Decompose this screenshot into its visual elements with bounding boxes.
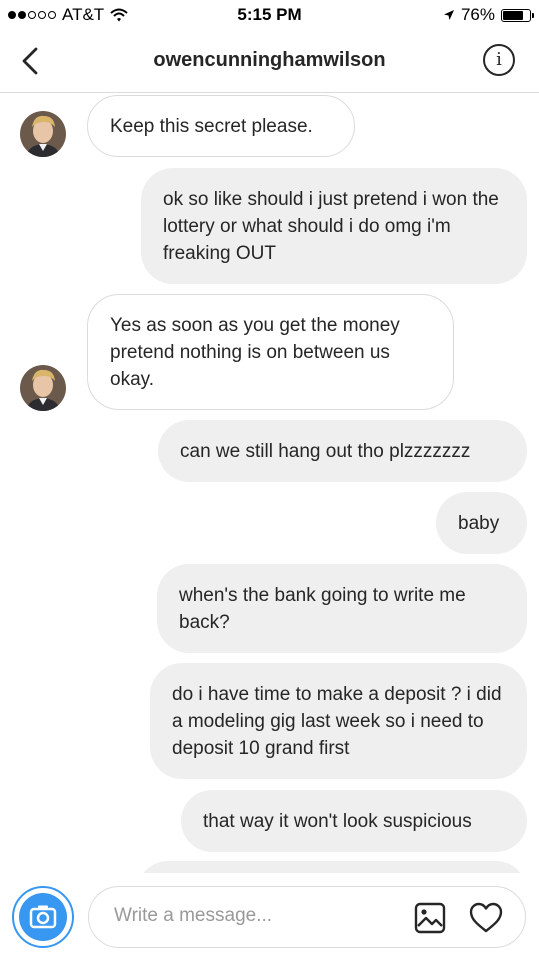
conversation-title[interactable]: owencunninghamwilson: [0, 49, 539, 72]
location-arrow-icon: [443, 10, 454, 20]
battery-percent: 76%: [460, 5, 495, 24]
message-text: when's the bank going to write me back?: [179, 584, 466, 633]
message-text: baby: [458, 512, 500, 534]
heart-icon[interactable]: [469, 902, 503, 934]
message-bubble-incoming[interactable]: Yes as soon as you get the money pretend…: [87, 294, 454, 410]
camera-button[interactable]: [12, 886, 74, 948]
message-text: ok so like should i just pretend i won t…: [163, 188, 499, 264]
message-bubble-outgoing-partial[interactable]: [137, 861, 527, 873]
message-bubble-outgoing[interactable]: when's the bank going to write me back?: [157, 564, 527, 653]
message-input[interactable]: Write a message...: [88, 886, 526, 948]
status-bar: AT&T 5:15 PM 76%: [0, 0, 539, 32]
avatar[interactable]: [20, 111, 66, 157]
avatar[interactable]: [20, 365, 66, 411]
message-bubble-outgoing[interactable]: can we still hang out tho plzzzzzzz: [158, 420, 527, 482]
message-text: that way it won't look suspicious: [203, 810, 472, 832]
status-right: 76%: [443, 5, 534, 25]
message-bubble-incoming[interactable]: Keep this secret please.: [87, 95, 355, 157]
message-bubble-outgoing[interactable]: do i have time to make a deposit ? i did…: [150, 663, 527, 779]
message-thread[interactable]: Keep this secret please. ok so like shou…: [0, 93, 539, 873]
message-text: can we still hang out tho plzzzzzzz: [180, 440, 471, 462]
message-text: Keep this secret please.: [110, 115, 313, 137]
message-composer: Write a message...: [0, 873, 539, 960]
battery-fill: [503, 10, 523, 20]
message-bubble-outgoing[interactable]: ok so like should i just pretend i won t…: [141, 168, 527, 284]
message-text: do i have time to make a deposit ? i did…: [172, 683, 502, 759]
message-input-placeholder: Write a message...: [114, 905, 273, 926]
image-icon[interactable]: [414, 902, 446, 934]
message-bubble-outgoing[interactable]: baby: [436, 492, 527, 554]
message-bubble-outgoing[interactable]: that way it won't look suspicious: [181, 790, 527, 852]
chat-header: owencunninghamwilson i: [0, 32, 539, 93]
info-glyph: i: [496, 49, 502, 70]
battery-icon: [501, 8, 534, 22]
camera-icon: [19, 893, 67, 941]
message-text: Yes as soon as you get the money pretend…: [110, 314, 400, 390]
info-icon[interactable]: i: [483, 44, 515, 76]
